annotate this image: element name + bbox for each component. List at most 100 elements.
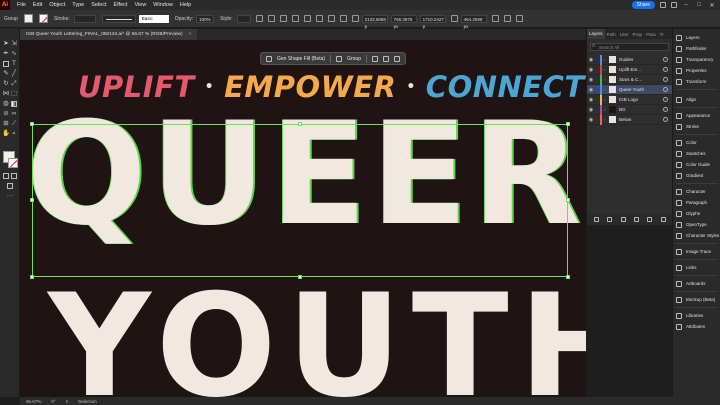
close-window-icon[interactable]: ✕ bbox=[708, 2, 716, 9]
dock-item-libraries[interactable]: Libraries bbox=[673, 311, 720, 320]
recolor-icon[interactable] bbox=[255, 15, 263, 22]
target-icon[interactable] bbox=[663, 117, 668, 122]
more-options-icon[interactable] bbox=[394, 55, 400, 62]
dock-item-links[interactable]: Links bbox=[673, 263, 720, 272]
line-tool-icon[interactable]: ╱ bbox=[10, 70, 18, 78]
artboard-number[interactable]: 1 bbox=[66, 399, 69, 404]
tab-pathfinder[interactable]: Path bbox=[605, 32, 618, 37]
illustrator-logo-icon[interactable]: Ai bbox=[0, 0, 10, 10]
dock-item-artboards[interactable]: Artboards bbox=[673, 279, 720, 288]
reference-point-icon[interactable] bbox=[351, 15, 359, 22]
layer-row-uplift[interactable]: ◉ › Uplift Em... bbox=[587, 64, 672, 75]
lock-icon[interactable] bbox=[383, 55, 389, 62]
dock-item-color-guide[interactable]: Color Guide bbox=[673, 160, 720, 169]
rotate-tool-icon[interactable]: ↻ bbox=[2, 80, 10, 88]
visibility-eye-icon[interactable]: ◉ bbox=[587, 87, 595, 93]
visibility-eye-icon[interactable]: ◉ bbox=[587, 67, 595, 73]
resize-handle[interactable] bbox=[298, 122, 302, 126]
stroke-swatch[interactable] bbox=[38, 14, 48, 23]
menu-effect[interactable]: Effect bbox=[114, 2, 128, 8]
visibility-eye-icon[interactable]: ◉ bbox=[587, 77, 595, 83]
align-left-icon[interactable] bbox=[279, 15, 287, 22]
dock-item-color[interactable]: Color bbox=[673, 138, 720, 147]
dock-item-gradient[interactable]: Gradient bbox=[673, 171, 720, 180]
width-tool-icon[interactable]: ⋈ bbox=[2, 90, 10, 98]
dock-item-glyphs[interactable]: Glyphs bbox=[673, 209, 720, 218]
layer-row-igb-logo[interactable]: ◉ › IGB Logo bbox=[587, 94, 672, 105]
style-dropdown[interactable] bbox=[236, 14, 251, 23]
duplicate-icon[interactable] bbox=[372, 55, 378, 62]
layer-row-bg[interactable]: ◉ › BG bbox=[587, 104, 672, 115]
layer-row-stars[interactable]: ◉ › Stars & C... bbox=[587, 74, 672, 85]
selection-tool-icon[interactable]: ➤ bbox=[2, 40, 10, 48]
document-tab[interactable]: IGB Queer Youth Lettering_FINAL_050124.a… bbox=[20, 29, 198, 40]
variable-width-profile[interactable] bbox=[101, 14, 136, 23]
dock-item-character[interactable]: Character bbox=[673, 187, 720, 196]
y-field[interactable]: 766.3976 px bbox=[390, 14, 417, 29]
align-right-icon[interactable] bbox=[303, 15, 311, 22]
draw-mode-icon[interactable] bbox=[6, 182, 14, 190]
target-icon[interactable] bbox=[663, 77, 668, 82]
visibility-eye-icon[interactable]: ◉ bbox=[587, 107, 595, 113]
dock-item-character-styles[interactable]: Character Styles bbox=[673, 231, 720, 240]
target-icon[interactable] bbox=[663, 57, 668, 62]
resize-handle[interactable] bbox=[30, 198, 34, 202]
resize-handle[interactable] bbox=[30, 122, 34, 126]
visibility-eye-icon[interactable]: ◉ bbox=[587, 117, 595, 123]
align-bottom-icon[interactable] bbox=[339, 15, 347, 22]
menu-type[interactable]: Type bbox=[72, 2, 84, 8]
gradient-tool-icon[interactable] bbox=[10, 100, 18, 108]
slice-tool-icon[interactable]: ⟋ bbox=[10, 120, 18, 128]
layers-search-input[interactable]: Search All bbox=[590, 43, 669, 51]
dock-item-align[interactable]: Align bbox=[673, 95, 720, 104]
zoom-level[interactable]: 66.67% bbox=[26, 399, 41, 404]
resize-handle[interactable] bbox=[566, 122, 570, 126]
resize-handle[interactable] bbox=[30, 275, 34, 279]
maximize-icon[interactable]: □ bbox=[695, 2, 703, 8]
width-field[interactable]: 1710.2427 p bbox=[419, 14, 446, 29]
align-middle-icon[interactable] bbox=[327, 15, 335, 22]
menu-window[interactable]: Window bbox=[153, 2, 173, 8]
tab-transform[interactable]: Tr bbox=[658, 32, 666, 37]
dock-item-layers[interactable]: Layers bbox=[673, 33, 720, 42]
height-field[interactable]: 464.2599 px bbox=[460, 14, 487, 29]
clipping-mask-icon[interactable] bbox=[620, 217, 626, 222]
minimize-icon[interactable]: – bbox=[682, 2, 690, 8]
edit-toolbar-icon[interactable]: ··· bbox=[6, 192, 14, 200]
layer-row-guides[interactable]: ◉ › Guides bbox=[587, 54, 672, 65]
resize-handle[interactable] bbox=[566, 198, 570, 202]
gradient-mode-icon[interactable] bbox=[10, 172, 18, 180]
tab-paragraph[interactable]: Para bbox=[644, 32, 658, 37]
dock-item-swatches[interactable]: Swatches bbox=[673, 149, 720, 158]
brush-definition-dropdown[interactable]: Basic bbox=[138, 14, 169, 23]
rectangle-tool-icon[interactable] bbox=[2, 60, 10, 68]
align-to-icon[interactable] bbox=[267, 15, 275, 22]
gen-shape-fill-button[interactable]: Gen Shape Fill (Beta) bbox=[277, 56, 325, 62]
artboard-canvas[interactable]: UPLIFT • EMPOWER • CONNECT QUEER YOUTH G… bbox=[20, 40, 586, 397]
tab-properties[interactable]: Prop bbox=[631, 32, 645, 37]
resize-handle[interactable] bbox=[566, 275, 570, 279]
color-mode-icon[interactable] bbox=[2, 172, 10, 180]
scale-tool-icon[interactable]: ⤢ bbox=[10, 80, 18, 88]
dock-item-opentype[interactable]: OpenType bbox=[673, 220, 720, 229]
layer-row-queer-youth[interactable]: ◉ › Queer Youth bbox=[587, 84, 672, 95]
menu-file[interactable]: File bbox=[17, 2, 26, 8]
artboard-tool-icon[interactable]: ⊞ bbox=[2, 120, 10, 128]
dock-item-mockup[interactable]: Mockup (Beta) bbox=[673, 295, 720, 304]
transform-panel-icon[interactable] bbox=[491, 15, 499, 22]
align-top-icon[interactable] bbox=[315, 15, 323, 22]
fill-swatch[interactable] bbox=[23, 14, 33, 23]
target-icon[interactable] bbox=[663, 97, 668, 102]
tab-libraries[interactable]: Liter bbox=[618, 32, 631, 37]
blend-tool-icon[interactable]: ∞ bbox=[10, 110, 18, 118]
locate-object-icon[interactable] bbox=[607, 217, 613, 222]
menu-edit[interactable]: Edit bbox=[33, 2, 42, 8]
new-sublayer-icon[interactable] bbox=[634, 217, 640, 222]
selection-bounding-box[interactable] bbox=[30, 122, 570, 279]
x-field[interactable]: 2133.6688 p bbox=[361, 14, 388, 29]
stroke-color-swatch[interactable] bbox=[8, 158, 18, 168]
target-icon[interactable] bbox=[663, 67, 668, 72]
menu-object[interactable]: Object bbox=[49, 2, 65, 8]
menu-view[interactable]: View bbox=[134, 2, 146, 8]
menu-select[interactable]: Select bbox=[91, 2, 106, 8]
